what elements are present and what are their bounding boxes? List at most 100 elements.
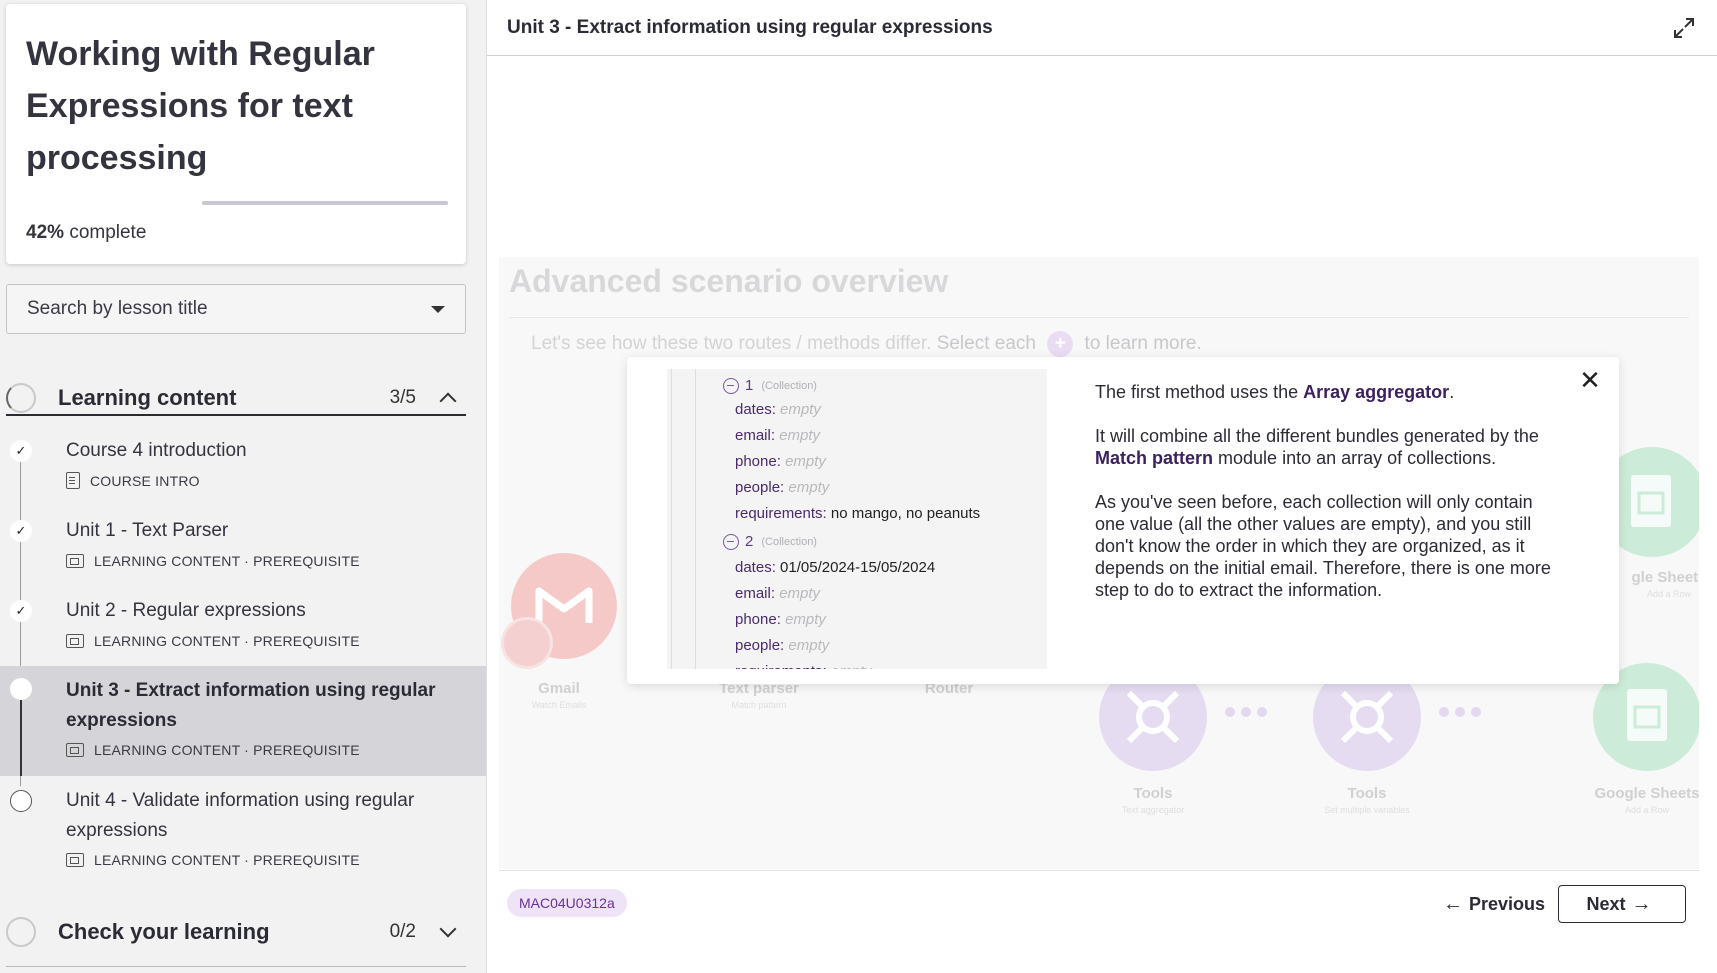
popup-description: The first method uses the Array aggregat… — [1095, 381, 1565, 623]
collection-field: email: empty — [735, 427, 821, 444]
previous-button-label: Previous — [1469, 893, 1546, 914]
chevron-up-icon[interactable] — [439, 392, 457, 410]
plus-icon: + — [1047, 331, 1074, 357]
section-divider — [6, 414, 466, 416]
collection-field: email: empty — [735, 585, 821, 602]
lesson-meta-text: LEARNING CONTENT · PREREQUISITE — [94, 633, 360, 649]
google-sheets-bottom-sub: Add a Row — [1624, 805, 1670, 815]
next-button-label: Next — [1586, 893, 1626, 914]
timeline-line-current — [20, 688, 22, 776]
section-header-check-your-learning[interactable]: Check your learning 0/2 — [6, 900, 466, 964]
scenario-title: Advanced scenario overview — [509, 263, 949, 299]
tools-node-2-label: Tools — [1347, 785, 1387, 802]
lesson-meta: LEARNING CONTENT · PREREQUISITE — [66, 553, 360, 569]
close-icon[interactable]: ✕ — [1575, 365, 1605, 395]
slides-icon — [66, 743, 84, 757]
scenario-subtitle: Let's see how these two routes / methods… — [531, 331, 1202, 357]
check-icon: ✓ — [10, 440, 32, 462]
collection-field: requirements: empty — [735, 663, 872, 669]
arrow-left-icon: ← — [1443, 892, 1463, 915]
lesson-meta: LEARNING CONTENT · PREREQUISITE — [66, 742, 360, 758]
collection-header: 2 (Collection) — [723, 533, 817, 550]
lesson-search-select[interactable]: Search by lesson title — [6, 284, 466, 334]
lesson-code-badge: MAC04U0312a — [507, 889, 627, 917]
lesson-meta-text: COURSE INTRO — [90, 472, 200, 489]
course-progress-bar — [202, 201, 448, 205]
section-title: Check your learning — [58, 919, 270, 944]
lesson-item-course-intro[interactable]: ✓ Course 4 introduction COURSE INTRO — [0, 430, 486, 504]
lesson-title: Unit 2 - Regular expressions — [66, 600, 306, 621]
course-progress-percent: 42% — [26, 222, 65, 243]
connector-dots — [1439, 707, 1481, 717]
course-progress-label: complete — [69, 222, 147, 243]
course-card: Working with Regular Expressions for tex… — [6, 4, 466, 264]
lesson-title: Unit 3 - Extract information using regul… — [66, 680, 436, 731]
scenario-subtitle-select: Select each — [936, 333, 1036, 355]
gmail-node-sub: Watch Emails — [531, 700, 587, 710]
lesson-search-placeholder: Search by lesson title — [27, 298, 208, 319]
collapse-icon — [723, 533, 739, 550]
collection-field: phone: empty — [735, 453, 826, 470]
collection-field: dates: empty — [735, 401, 821, 418]
section-progress-ring-icon — [6, 917, 36, 947]
slides-icon — [66, 554, 84, 568]
connector-dots — [1225, 707, 1267, 717]
tools-node-1-sub: Text aggregator — [1121, 805, 1185, 815]
tools-node-2-sub: Set multiple variables — [1324, 805, 1410, 815]
lesson-title: Unit 4 - Validate information using regu… — [66, 790, 415, 841]
lesson-header: Unit 3 - Extract information using regul… — [487, 0, 1717, 56]
section-title: Learning content — [58, 385, 237, 410]
popup-paragraph-2: It will combine all the different bundle… — [1095, 426, 1539, 468]
lesson-item-unit-1[interactable]: ✓ Unit 1 - Text Parser LEARNING CONTENT … — [0, 510, 486, 584]
lesson-meta: LEARNING CONTENT · PREREQUISITE — [66, 852, 360, 868]
fullscreen-expand-icon[interactable] — [1664, 8, 1704, 48]
collection-field: dates: 01/05/2024-15/05/2024 — [735, 559, 936, 576]
collapse-icon — [723, 377, 739, 394]
lesson-item-unit-2[interactable]: ✓ Unit 2 - Regular expressions LEARNING … — [0, 590, 486, 664]
lesson-main-panel: Unit 3 - Extract information using regul… — [486, 0, 1717, 973]
gmail-node-label: Gmail — [538, 680, 580, 697]
slides-icon — [66, 634, 84, 648]
lesson-item-unit-3-current[interactable]: Unit 3 - Extract information using regul… — [0, 666, 486, 776]
collection-field: requirements: no mango, no peanuts — [735, 505, 981, 522]
chevron-down-icon[interactable] — [439, 920, 457, 938]
course-progress-fill — [202, 201, 306, 205]
slides-icon — [66, 853, 84, 867]
document-icon — [66, 472, 80, 489]
current-lesson-dot-icon — [10, 678, 32, 700]
scenario-subtitle-text: Let's see how these two routes / methods… — [531, 333, 932, 355]
app-root: Working with Regular Expressions for tex… — [0, 0, 1717, 973]
previous-button[interactable]: ← Previous — [1423, 886, 1559, 922]
collection-tag: (Collection) — [761, 535, 817, 548]
incomplete-circle-icon — [10, 790, 32, 812]
collection-header: 1 (Collection) — [723, 377, 817, 394]
collections-screenshot: 1 (Collection) dates: empty email: empty… — [667, 369, 1047, 669]
info-popup: ✕ 1 (Collection) dates: empty email: emp… — [627, 357, 1619, 684]
text-parser-node-sub: Match pattern — [731, 700, 787, 710]
google-sheets-top-label: gle Sheets — [1631, 569, 1699, 586]
google-sheets-bottom-label: Google Sheets — [1594, 785, 1699, 802]
course-title: Working with Regular Expressions for tex… — [26, 35, 375, 177]
collection-index: 2 — [745, 533, 754, 550]
clock-icon — [501, 617, 553, 669]
lesson-meta: LEARNING CONTENT · PREREQUISITE — [66, 633, 360, 649]
collection-field: people: empty — [735, 479, 830, 496]
course-sidebar: Working with Regular Expressions for tex… — [0, 0, 486, 973]
lesson-meta-text: LEARNING CONTENT · PREREQUISITE — [94, 742, 360, 758]
popup-paragraph-1: The first method uses the Array aggregat… — [1095, 382, 1455, 402]
next-button[interactable]: Next → — [1558, 885, 1686, 923]
footer-divider — [499, 870, 1699, 871]
check-icon: ✓ — [10, 600, 32, 622]
collection-field: phone: empty — [735, 611, 826, 628]
popup-paragraph-3: As you've seen before, each collection w… — [1095, 492, 1551, 600]
google-sheets-top-sub: Add a Row — [1646, 589, 1692, 599]
caret-down-icon — [431, 305, 445, 313]
collection-field: people: empty — [735, 637, 830, 654]
lesson-meta: COURSE INTRO — [66, 472, 200, 489]
scenario-divider — [509, 317, 1689, 318]
lesson-meta-text: LEARNING CONTENT · PREREQUISITE — [94, 553, 360, 569]
section-header-learning-content[interactable]: Learning content 3/5 — [6, 366, 466, 430]
collection-index: 1 — [745, 377, 754, 394]
lesson-item-unit-4[interactable]: Unit 4 - Validate information using regu… — [0, 786, 486, 886]
lesson-meta-text: LEARNING CONTENT · PREREQUISITE — [94, 852, 360, 868]
